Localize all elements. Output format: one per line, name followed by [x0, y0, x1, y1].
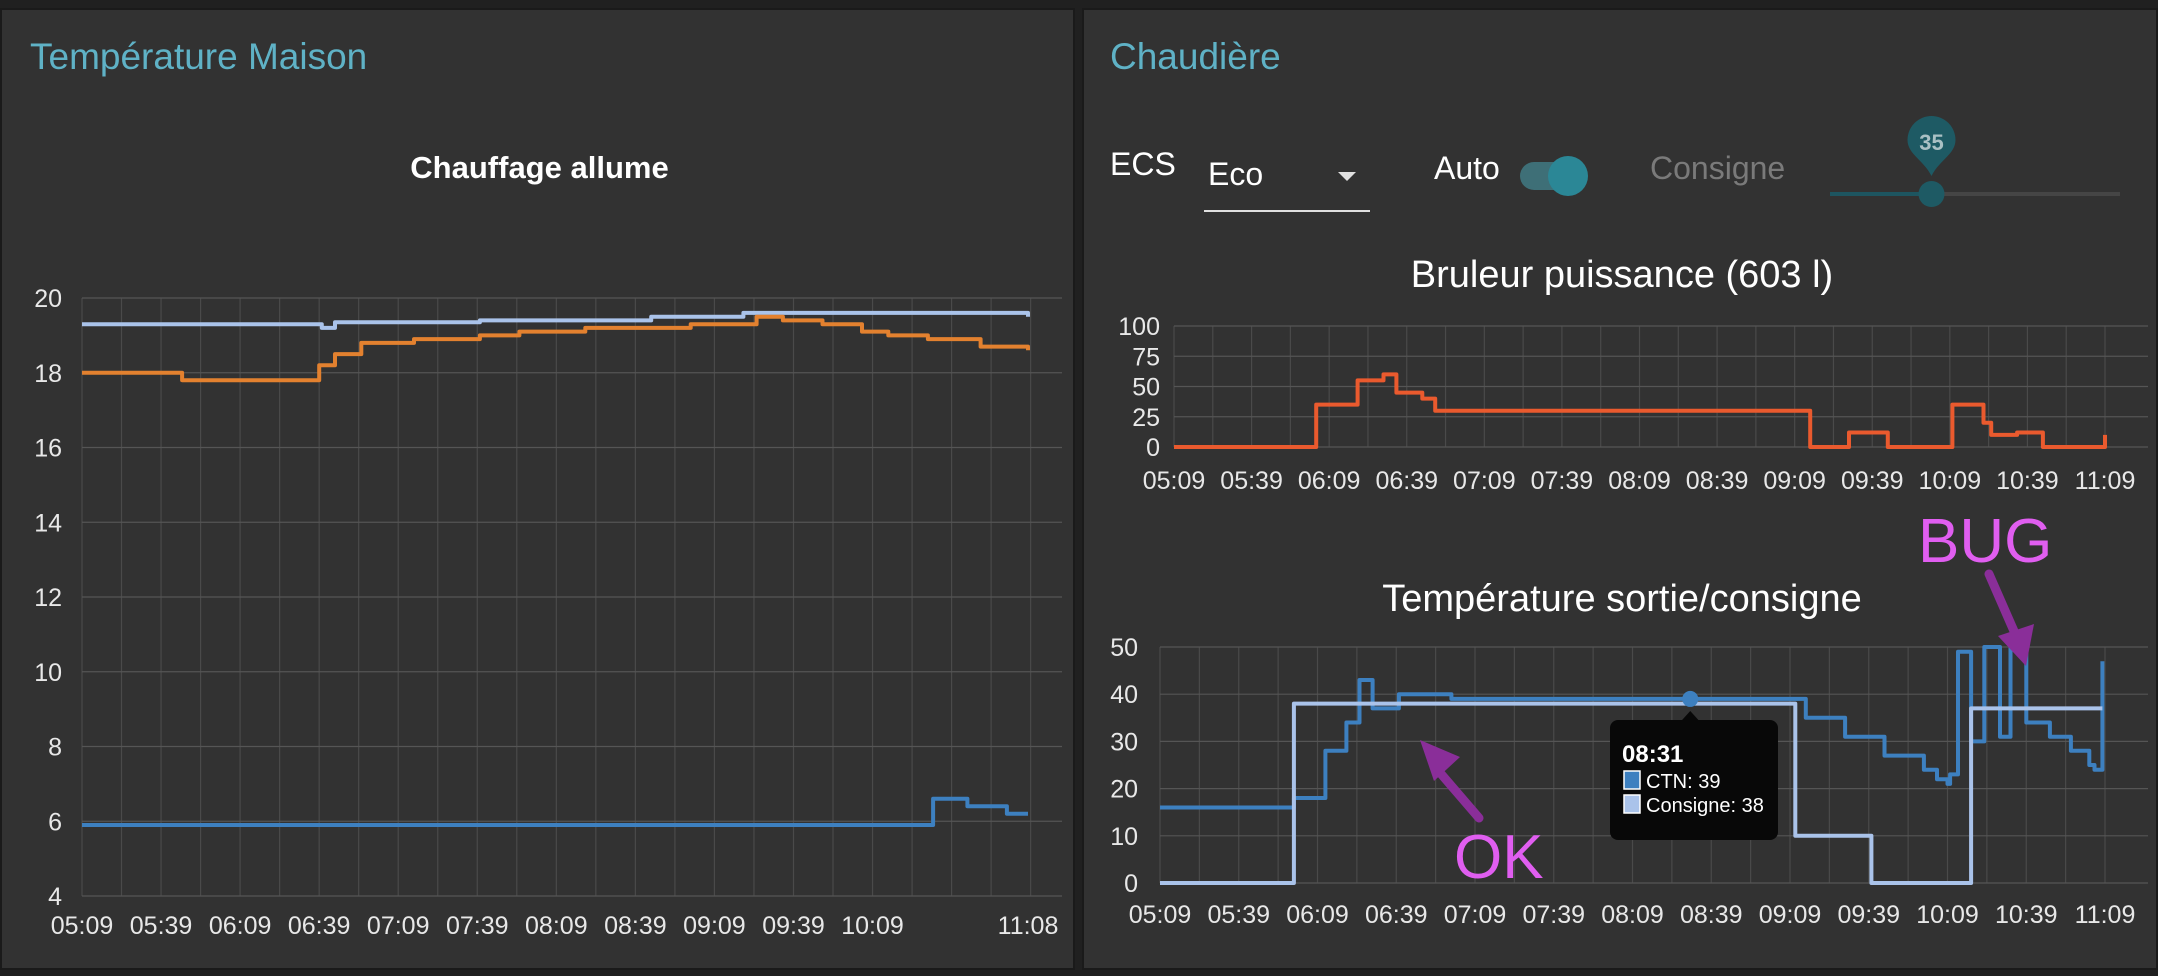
tooltip-time: 08:31 [1622, 741, 1683, 768]
tooltip: 08:31 CTN: 39Consigne: 38 [1610, 711, 1778, 840]
x-tick-label: 06:39 [1375, 467, 1438, 495]
tooltip-marker [1682, 690, 1699, 707]
x-tick-label: 08:09 [1601, 901, 1664, 929]
x-tick-label: 10:09 [1919, 467, 1982, 495]
chaudiere-charts: 025507510005:09 05:39 06:09 06:39 07:09 07:39… [1110, 313, 2148, 929]
bug-arrow-head [1998, 624, 2034, 666]
chaudiere-panel: Chaudière ECS Eco Auto Consigne 35 Brule… [1082, 8, 2158, 970]
x-tick-label: 06:39 [288, 912, 351, 940]
x-tick-label: 09:39 [762, 912, 825, 940]
y-tick-label: 20 [34, 285, 62, 313]
ok-annotation: OK [1454, 823, 1544, 892]
y-tick-label: 6 [48, 808, 62, 836]
y-tick-label: 20 [1110, 776, 1138, 804]
y-tick-label: 8 [48, 734, 62, 762]
x-tick-label: 10:39 [1996, 467, 2059, 495]
x-tick-label: 07:09 [1444, 901, 1507, 929]
x-tick-label: 11:08 [998, 912, 1059, 940]
bug-annotation: BUG [1918, 507, 2052, 576]
y-tick-label: 75 [1132, 343, 1160, 371]
x-tick-label: 10:39 [1995, 901, 2058, 929]
series-line [82, 310, 1030, 330]
x-tick-label: 06:09 [1286, 901, 1349, 929]
tooltip-swatch [1623, 770, 1641, 790]
x-tick-label: 09:09 [1763, 467, 1826, 495]
x-tick-label: 08:39 [1686, 467, 1749, 495]
x-tick-label: 05:39 [130, 912, 193, 940]
x-tick-label: 06:09 [1298, 467, 1361, 495]
x-tick-label: 08:09 [525, 912, 588, 940]
x-tick-label: 11:09 [2075, 901, 2136, 929]
y-tick-label: 100 [1118, 313, 1160, 341]
y-tick-label: 0 [1146, 434, 1160, 462]
y-tick-label: 14 [34, 509, 62, 537]
tooltip-row: CTN: 39 [1646, 771, 1720, 793]
x-tick-label: 05:09 [51, 912, 114, 940]
y-tick-label: 30 [1110, 728, 1138, 756]
y-tick-label: 12 [34, 584, 62, 612]
temperature-chart: 4 6 8 10 12 14 16 18 20 05:09 05:39 06:09 06:39 07:09… [34, 285, 1062, 940]
x-tick-label: 05:09 [1129, 901, 1192, 929]
series-line [82, 314, 1030, 383]
y-tick-label: 0 [1124, 870, 1138, 898]
x-tick-label: 08:39 [604, 912, 667, 940]
y-tick-label: 16 [34, 435, 62, 463]
ok-arrow [1431, 763, 1484, 823]
x-tick-label: 08:09 [1608, 467, 1671, 495]
y-tick-label: 25 [1132, 404, 1160, 432]
x-tick-label: 11:09 [2075, 467, 2136, 495]
x-tick-label: 05:39 [1220, 467, 1283, 495]
x-tick-label: 07:09 [367, 912, 430, 940]
x-tick-label: 07:39 [1522, 901, 1585, 929]
y-tick-label: 18 [34, 360, 62, 388]
y-tick-label: 10 [1110, 823, 1138, 851]
y-tick-label: 50 [1110, 634, 1138, 662]
x-tick-label: 06:39 [1365, 901, 1428, 929]
x-tick-label: 10:09 [1916, 901, 1979, 929]
x-tick-label: 06:09 [209, 912, 272, 940]
y-tick-label: 40 [1110, 681, 1138, 709]
ok-arrow-head [1420, 740, 1460, 781]
x-tick-label: 07:09 [1453, 467, 1516, 495]
y-tick-label: 10 [34, 659, 62, 687]
x-tick-label: 08:39 [1680, 901, 1743, 929]
temperature-maison-panel: Température Maison Chauffage allume 4681… [0, 8, 1075, 970]
y-tick-label: 4 [48, 883, 62, 911]
tooltip-row: Consigne: 38 [1646, 795, 1764, 817]
x-tick-label: 05:09 [1143, 467, 1206, 495]
bug-arrow [1984, 569, 2022, 643]
x-tick-label: 10:09 [841, 912, 904, 940]
x-tick-label: 09:39 [1841, 467, 1904, 495]
y-tick-label: 50 [1132, 374, 1160, 402]
x-tick-label: 09:09 [683, 912, 746, 940]
x-tick-label: 09:09 [1759, 901, 1822, 929]
x-tick-label: 09:39 [1837, 901, 1900, 929]
x-tick-label: 07:39 [1531, 467, 1594, 495]
x-tick-label: 07:39 [446, 912, 509, 940]
x-tick-label: 05:39 [1207, 901, 1270, 929]
tooltip-swatch [1623, 794, 1641, 814]
